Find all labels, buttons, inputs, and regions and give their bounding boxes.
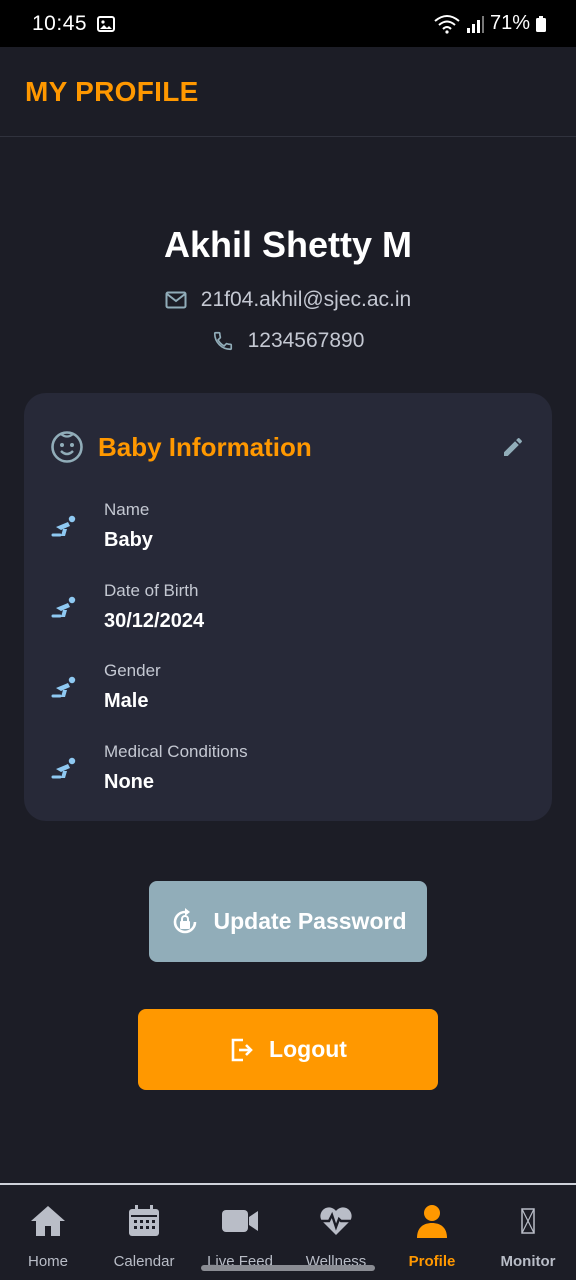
phone-row: 1234567890 xyxy=(0,329,576,353)
logout-button[interactable]: Logout xyxy=(138,1009,438,1090)
wifi-icon xyxy=(434,14,460,34)
field-label: Gender xyxy=(104,661,161,680)
monitor-icon xyxy=(521,1208,535,1234)
page-title: MY PROFILE xyxy=(25,75,199,107)
user-name: Akhil Shetty M xyxy=(163,224,413,265)
gallery-notification-icon xyxy=(97,15,116,32)
info-row-gender: Gender Male xyxy=(50,658,528,718)
phone-icon xyxy=(213,331,232,351)
email-icon xyxy=(165,291,187,309)
logout-icon xyxy=(231,1038,253,1061)
calendar-icon xyxy=(129,1205,159,1236)
field-value: Male xyxy=(104,690,149,712)
update-password-button[interactable]: Update Password xyxy=(149,881,427,962)
card-title: Baby Information xyxy=(98,431,312,462)
battery-percent: 71% xyxy=(489,12,530,34)
baby-info-card: Baby Information Name Baby Date of Birth… xyxy=(24,393,552,821)
edit-baby-info-button[interactable] xyxy=(498,432,528,462)
app-bar: MY PROFILE xyxy=(0,47,576,137)
lock-reset-icon xyxy=(173,907,196,933)
email-row: 21f04.akhil@sjec.ac.in xyxy=(0,288,576,312)
update-password-label: Update Password xyxy=(213,908,407,934)
logout-label: Logout xyxy=(269,1036,347,1062)
heart-pulse-icon xyxy=(320,1207,352,1235)
status-time: 10:45 xyxy=(32,11,88,35)
crawling-baby-icon xyxy=(51,757,76,779)
nav-profile[interactable]: Profile xyxy=(384,1185,480,1280)
nav-home[interactable]: Home xyxy=(0,1185,96,1280)
user-phone: 1234567890 xyxy=(247,329,365,352)
info-row-medical: Medical Conditions None xyxy=(50,739,528,799)
info-row-dob: Date of Birth 30/12/2024 xyxy=(50,578,528,638)
info-row-name: Name Baby xyxy=(50,497,528,557)
crawling-baby-icon xyxy=(51,596,76,618)
home-icon xyxy=(31,1206,65,1236)
user-email: 21f04.akhil@sjec.ac.in xyxy=(200,288,412,311)
nav-label: Home xyxy=(27,1253,68,1270)
crawling-baby-icon xyxy=(51,515,76,537)
nav-monitor[interactable]: Monitor xyxy=(480,1185,576,1280)
field-value: 30/12/2024 xyxy=(104,610,205,632)
nav-label: Calendar xyxy=(113,1253,175,1270)
field-value: None xyxy=(104,771,154,793)
pencil-icon xyxy=(504,437,522,456)
battery-icon xyxy=(536,15,546,32)
field-label: Date of Birth xyxy=(104,581,199,600)
nav-calendar[interactable]: Calendar xyxy=(96,1185,192,1280)
status-bar: 10:45 71% xyxy=(0,0,576,47)
status-right: 71% xyxy=(434,12,546,35)
person-icon xyxy=(417,1205,447,1238)
signal-icon xyxy=(466,15,484,33)
crawling-baby-icon xyxy=(51,676,76,698)
card-header: Baby Information xyxy=(50,429,528,465)
video-camera-icon xyxy=(222,1210,258,1232)
home-indicator[interactable] xyxy=(201,1265,375,1271)
nav-label: Profile xyxy=(408,1253,456,1270)
baby-face-icon xyxy=(51,431,83,463)
field-label: Medical Conditions xyxy=(104,742,248,761)
field-label: Name xyxy=(104,500,150,519)
nav-label: Monitor xyxy=(500,1253,556,1270)
field-value: Baby xyxy=(104,529,153,551)
